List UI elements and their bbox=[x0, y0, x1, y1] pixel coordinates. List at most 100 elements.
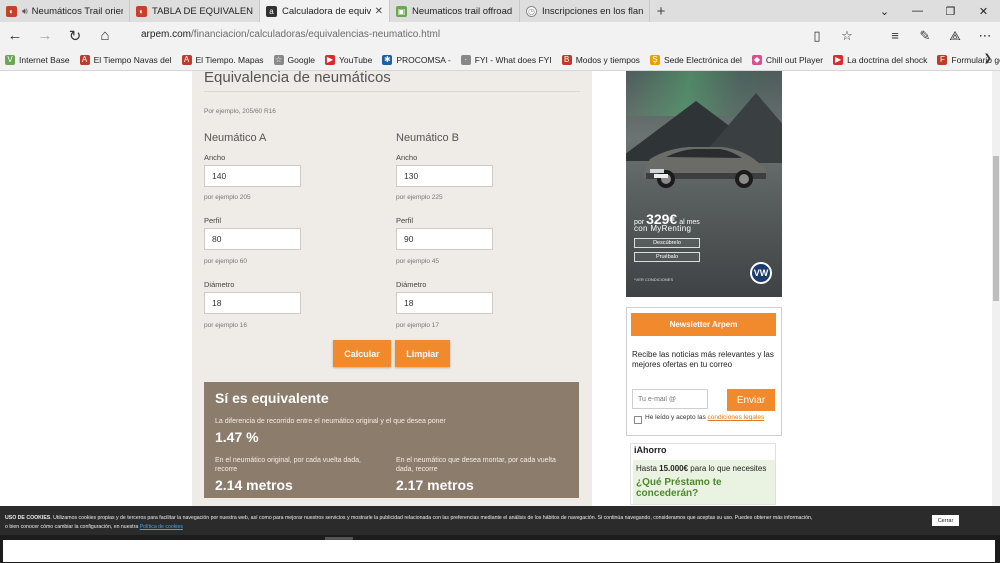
perfil-b-input[interactable] bbox=[396, 228, 493, 250]
favorite-favicon-icon: ◆ bbox=[751, 54, 762, 65]
tab-2-active[interactable]: a Calculadora de equivale ✕ bbox=[260, 0, 390, 22]
favorites-bar: V Internet Base A El Tiempo Navas del A El Ti… bbox=[0, 49, 1000, 71]
clear-button[interactable]: Limpiar bbox=[395, 340, 450, 367]
more-icon[interactable]: ⋯ bbox=[970, 22, 1000, 49]
new-tab-icon[interactable]: + bbox=[650, 0, 672, 22]
result-panel: Sí es equivalente La diferencia de recor… bbox=[204, 382, 579, 498]
favorite-item[interactable]: V Internet Base bbox=[5, 54, 70, 65]
address-bar: ← → ↻ ⌂ arpem.com/financiacion/calculado… bbox=[0, 22, 1000, 49]
ad-try-button[interactable]: Pruébalo bbox=[634, 252, 700, 262]
url-path: /financiacion/calculadoras/equivalencias… bbox=[191, 29, 441, 40]
ancho-b-label: Ancho bbox=[396, 153, 418, 162]
favorite-label: Internet Base bbox=[19, 54, 70, 65]
favorite-favicon-icon: F bbox=[937, 54, 948, 65]
scrollbar-thumb[interactable] bbox=[993, 156, 999, 301]
favorite-item[interactable]: · FYI - What does FYI bbox=[460, 54, 552, 65]
tab-preview-icon[interactable]: ⌄ bbox=[868, 0, 901, 22]
diametro-a-input[interactable] bbox=[204, 292, 301, 314]
diametro-a-hint: por ejemplo 16 bbox=[204, 322, 247, 329]
favorite-label: PROCOMSA - bbox=[396, 54, 451, 65]
back-icon[interactable]: ← bbox=[0, 22, 30, 49]
favorite-favicon-icon: · bbox=[460, 54, 471, 65]
favorite-label: El Tiempo. Mapas bbox=[195, 54, 264, 65]
car-image bbox=[643, 147, 767, 188]
favorites-more-icon[interactable]: ❯ bbox=[984, 53, 992, 64]
close-window-icon[interactable]: ✕ bbox=[967, 0, 1000, 22]
favorite-favicon-icon: A bbox=[181, 54, 192, 65]
ancho-a-label: Ancho bbox=[204, 153, 226, 162]
tab-1[interactable]: ◐ TABLA DE EQUIVALENCIAS bbox=[130, 0, 260, 22]
favorite-item[interactable]: ☆ Google bbox=[273, 54, 315, 65]
perfil-a-input[interactable] bbox=[204, 228, 301, 250]
reading-view-icon[interactable]: ▯ bbox=[802, 22, 832, 49]
calculate-button[interactable]: Calcular bbox=[333, 340, 391, 367]
tab-favicon-icon: ◐ bbox=[6, 5, 17, 17]
cookie-close-button[interactable]: Cerrar bbox=[932, 515, 959, 526]
ancho-a-input[interactable] bbox=[204, 165, 301, 187]
perfil-a-hint: por ejemplo 60 bbox=[204, 258, 247, 265]
tab-3[interactable]: ▣ Neumaticos trail offroad - E bbox=[390, 0, 520, 22]
window-controls: ⌄ — ❐ ✕ bbox=[868, 0, 1000, 22]
favorite-item[interactable]: ✱ PROCOMSA - bbox=[382, 54, 451, 65]
favorite-star-icon[interactable]: ☆ bbox=[832, 22, 862, 49]
tire-a-title: Neumático A bbox=[204, 132, 267, 144]
browser-tools: ▯ ☆ ≡ ✎ ⟁ ⋯ bbox=[802, 22, 1000, 49]
tab-strip: ◐ 🔊︎ Neumáticos Trail orient ◐ TABLA DE … bbox=[0, 0, 1000, 22]
forward-icon[interactable]: → bbox=[30, 22, 60, 49]
web-note-icon[interactable]: ✎ bbox=[910, 22, 940, 49]
favorite-label: YouTube bbox=[338, 54, 373, 65]
home-icon[interactable]: ⌂ bbox=[90, 22, 120, 49]
bottom-overlay bbox=[0, 535, 1000, 563]
newsletter-text: Recibe las noticias más relevantes y las… bbox=[632, 350, 774, 369]
advert-banner[interactable]: por 329€ al mes con MyRenting Descúbrelo… bbox=[626, 71, 782, 297]
hub-icon[interactable]: ≡ bbox=[880, 22, 910, 49]
cookie-policy-link[interactable]: Política de cookies bbox=[140, 524, 183, 530]
send-button[interactable]: Enviar bbox=[727, 389, 775, 411]
refresh-icon[interactable]: ↻ bbox=[60, 22, 90, 49]
web-page: Equivalencia de neumáticos Por ejemplo, … bbox=[0, 71, 1000, 563]
favorite-label: Sede Electrónica del bbox=[663, 54, 742, 65]
perfil-b-label: Perfil bbox=[396, 216, 414, 225]
url-field[interactable]: arpem.com/financiacion/calculadoras/equi… bbox=[141, 29, 440, 40]
favorite-item[interactable]: ▶ YouTube bbox=[324, 54, 373, 65]
favorite-favicon-icon: B bbox=[561, 54, 572, 65]
diametro-a-label: Diámetro bbox=[204, 280, 235, 289]
original-text-line2: recorre bbox=[215, 466, 238, 473]
share-icon[interactable]: ⟁ bbox=[940, 22, 970, 49]
tab-4[interactable]: ◷ Inscripciones en los flancos bbox=[520, 0, 650, 22]
example-text: Por ejemplo, 205/60 R16 bbox=[204, 108, 276, 115]
favorite-label: Modos y tiempos bbox=[575, 54, 640, 65]
favorite-item[interactable]: Ş Sede Electrónica del bbox=[649, 54, 742, 65]
favorite-item[interactable]: A El Tiempo. Mapas bbox=[181, 54, 264, 65]
favorite-item[interactable]: ◆ Chill out Player bbox=[751, 54, 823, 65]
tab-0[interactable]: ◐ 🔊︎ Neumáticos Trail orient bbox=[0, 0, 130, 22]
favorite-favicon-icon: Ş bbox=[649, 54, 660, 65]
favorite-item[interactable]: A El Tiempo Navas del bbox=[79, 54, 172, 65]
minimize-icon[interactable]: — bbox=[901, 0, 934, 22]
tab-favicon-icon: a bbox=[266, 5, 277, 17]
tab-label: Inscripciones en los flancos bbox=[542, 5, 643, 17]
legal-checkbox[interactable] bbox=[634, 416, 642, 424]
iahorro-banner[interactable]: iAhorro Hasta 15.000€ para lo que necesi… bbox=[630, 443, 776, 505]
ad-brand: con MyRenting bbox=[634, 224, 692, 233]
diametro-b-input[interactable] bbox=[396, 292, 493, 314]
legal-link[interactable]: condiciones legales bbox=[708, 414, 765, 421]
ad-discover-button[interactable]: Descúbrelo bbox=[634, 238, 700, 248]
favorite-favicon-icon: V bbox=[5, 54, 15, 65]
speaker-icon[interactable]: 🔊︎ bbox=[22, 6, 28, 17]
legal-pre: He leído y acepto las bbox=[645, 414, 706, 421]
original-text: En el neumático original, por cada vuelt… bbox=[215, 456, 361, 474]
email-input[interactable] bbox=[632, 389, 708, 409]
cookie-bold: USO DE COOKIES bbox=[5, 515, 51, 521]
favorite-item[interactable]: B Modos y tiempos bbox=[561, 54, 640, 65]
page-scrollbar[interactable] bbox=[992, 71, 1000, 563]
favorite-item[interactable]: ▶ La doctrina del shock bbox=[833, 54, 927, 65]
maximize-icon[interactable]: ❐ bbox=[934, 0, 967, 22]
ancho-b-input[interactable] bbox=[396, 165, 493, 187]
favorite-favicon-icon: ☆ bbox=[273, 54, 284, 65]
divider bbox=[204, 91, 580, 92]
tab-label: Neumaticos trail offroad - E bbox=[412, 5, 513, 17]
overlay-panel bbox=[3, 540, 995, 562]
close-tab-icon[interactable]: ✕ bbox=[375, 6, 383, 17]
tire-b-title: Neumático B bbox=[396, 132, 459, 144]
